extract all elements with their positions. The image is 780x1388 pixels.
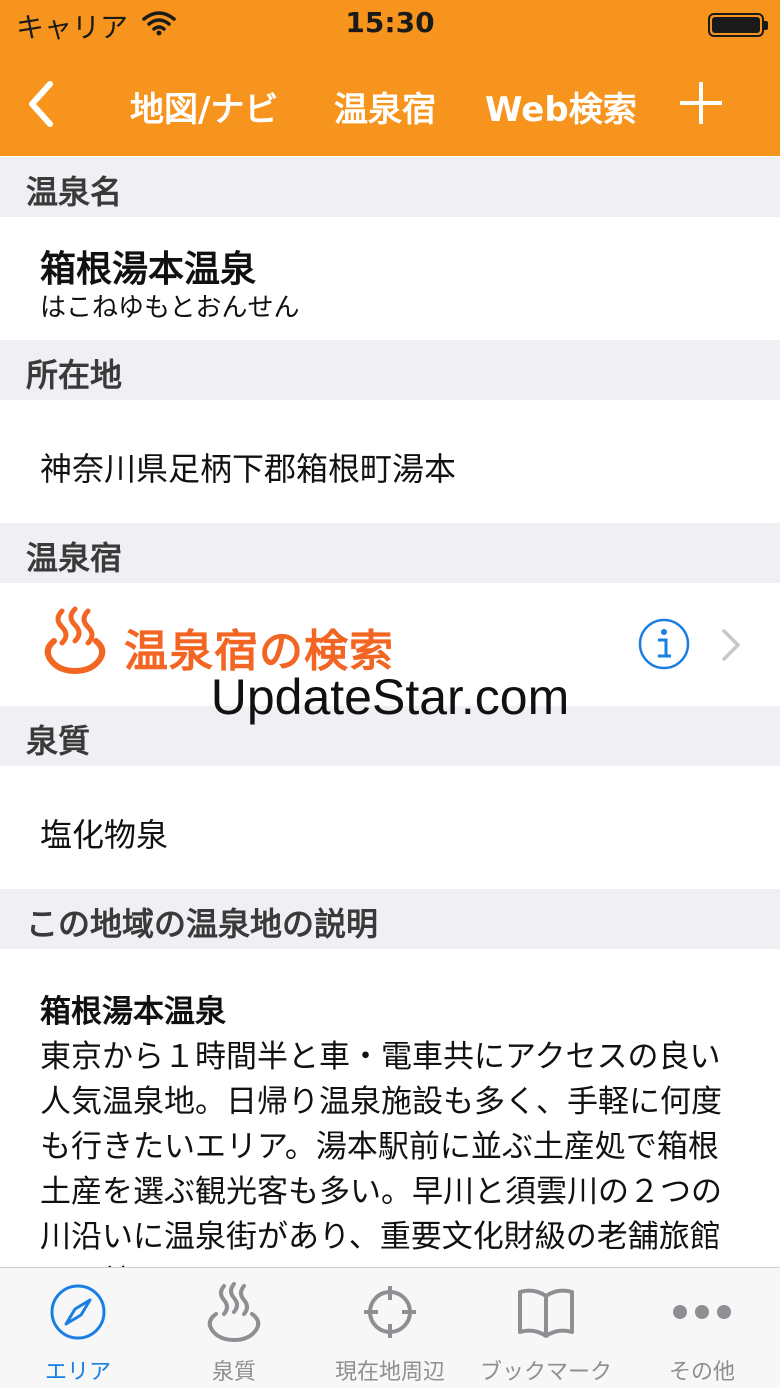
crosshair-icon	[364, 1286, 416, 1338]
map-navi-link[interactable]: 地図/ナビ	[130, 82, 278, 131]
description-title: 箱根湯本温泉	[40, 994, 226, 1030]
tab-label: 現在地周辺	[334, 1360, 445, 1385]
tab-bar: エリア 泉質 現在地周辺 ブックマーク その他	[0, 1267, 780, 1388]
plus-icon[interactable]	[676, 78, 726, 128]
section-header-label: 温泉宿	[26, 539, 123, 577]
tab-bookmark[interactable]: ブックマーク	[468, 1268, 624, 1388]
web-search-link[interactable]: Web検索	[485, 82, 637, 131]
info-icon[interactable]	[638, 618, 690, 670]
description-body: 東京から１時間半と車・電車共にアクセスの良い人気温泉地。日帰り温泉施設も多く、手…	[40, 1039, 722, 1300]
onsen-icon	[207, 1282, 261, 1342]
chevron-right-icon	[722, 629, 740, 661]
tab-area[interactable]: エリア	[0, 1268, 156, 1388]
spring-quality: 塩化物泉	[40, 816, 169, 854]
tab-label: その他	[668, 1360, 735, 1385]
section-header-name: 温泉名	[0, 157, 780, 217]
section-header-inn: 温泉宿	[0, 523, 780, 583]
status-time: 15:30	[345, 6, 435, 39]
section-header-label: この地域の温泉地の説明	[26, 905, 379, 943]
section-header-label: 温泉名	[26, 173, 123, 211]
section-header-description: この地域の温泉地の説明	[0, 889, 780, 949]
watermark: UpdateStar.com	[210, 669, 570, 725]
app-header: キャリア 15:30 地図/ナビ 温泉宿 Web検索	[0, 0, 780, 156]
onsen-description: 箱根湯本温泉 東京から１時間半と車・電車共にアクセスの良い人気温泉地。日帰り温泉…	[40, 990, 740, 1305]
section-header-location: 所在地	[0, 340, 780, 400]
book-icon	[518, 1288, 574, 1338]
onsen-name: 箱根湯本温泉	[40, 249, 257, 290]
nav-bar: 地図/ナビ 温泉宿 Web検索	[0, 60, 780, 150]
tab-more[interactable]: その他	[624, 1268, 780, 1388]
tab-label: 泉質	[211, 1360, 256, 1385]
tab-label: エリア	[44, 1360, 111, 1385]
onsen-inn-link[interactable]: 温泉宿	[334, 82, 436, 131]
onsen-kana: はこねゆもとおんせん	[40, 293, 300, 323]
tab-quality[interactable]: 泉質	[156, 1268, 312, 1388]
battery-icon	[708, 13, 768, 37]
tab-label: ブックマーク	[479, 1360, 612, 1385]
back-chevron-icon[interactable]	[18, 74, 68, 134]
section-header-label: 所在地	[26, 356, 123, 394]
status-bar: キャリア 15:30	[0, 0, 780, 50]
compass-icon	[50, 1284, 106, 1340]
onsen-address: 神奈川県足柄下郡箱根町湯本	[40, 450, 457, 488]
onsen-icon	[44, 606, 106, 675]
more-icon	[673, 1305, 731, 1319]
tab-nearby[interactable]: 現在地周辺	[312, 1268, 468, 1388]
